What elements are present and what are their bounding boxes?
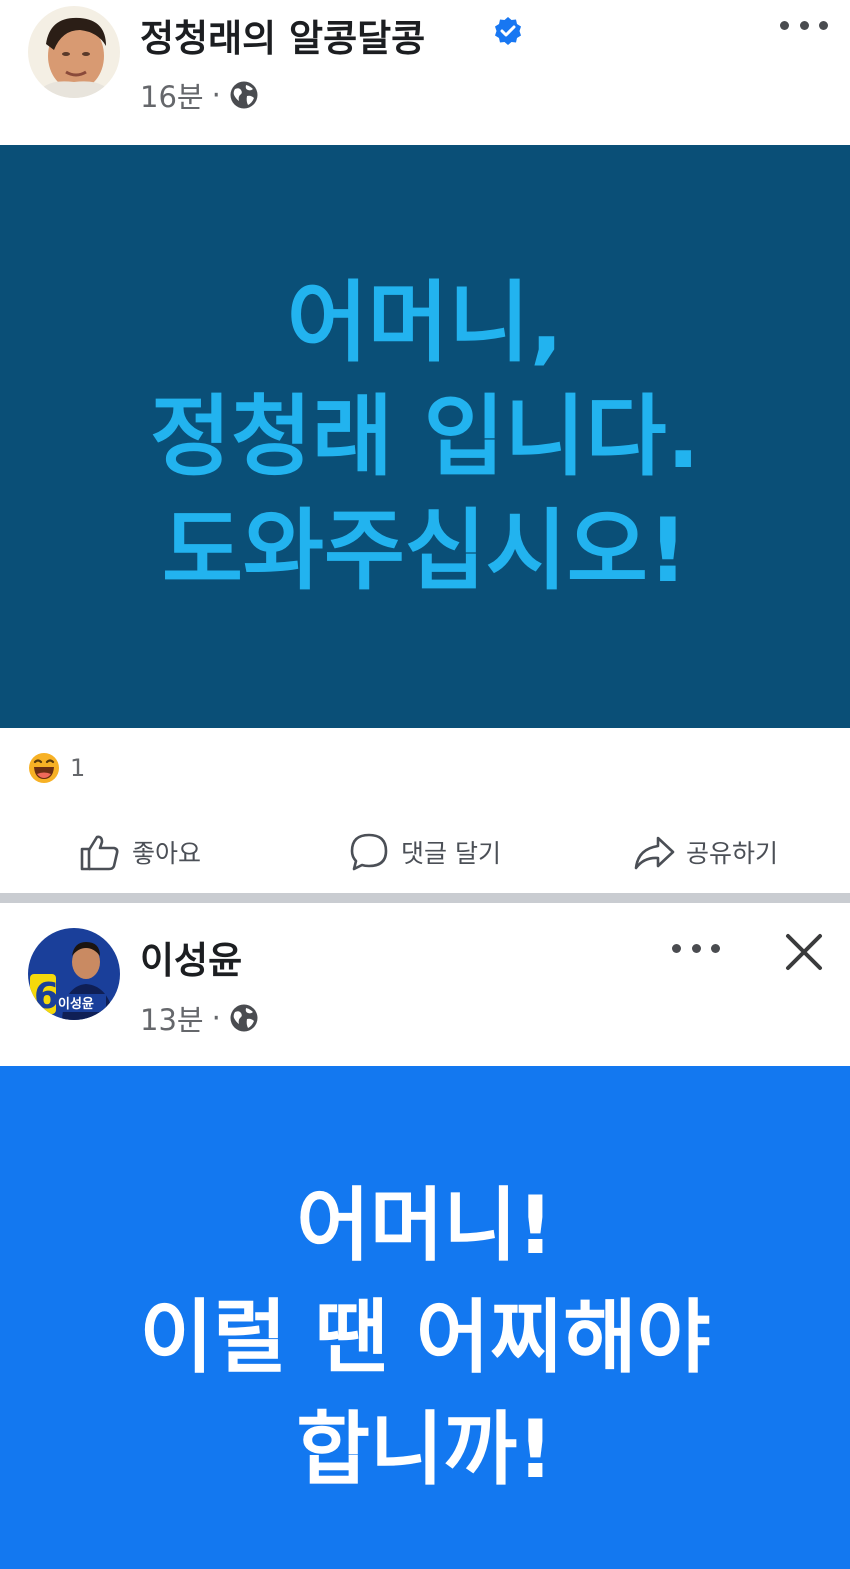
post-time[interactable]: 13분 [140, 997, 204, 1039]
post-header: 6 이성윤 이성윤 [0, 903, 850, 1043]
globe-icon [229, 1003, 259, 1033]
share-button[interactable]: 공유하기 [632, 830, 778, 874]
like-button[interactable]: 좋아요 [78, 830, 201, 874]
banner-line: 도와주십시오! [162, 498, 688, 602]
separator-dot: · [211, 78, 221, 112]
post-meta: 16분 · [140, 74, 259, 116]
banner-line: 어머니, [286, 270, 564, 374]
banner-line: 정청래 입니다. [150, 384, 700, 488]
post-card: 6 이성윤 이성윤 어머니! 이럴 땐 어찌해야 합니까! [0, 903, 850, 1569]
post-image-banner[interactable]: 어머니, 정청래 입니다. 도와주십시오! [0, 145, 850, 728]
comment-bubble-icon [350, 833, 388, 871]
post-header: 정청래의 알콩달콩 16분 · [0, 0, 850, 140]
svg-text:이성윤: 이성윤 [58, 996, 94, 1012]
separator-dot: · [211, 1001, 221, 1035]
avatar[interactable] [28, 6, 120, 98]
comment-label: 댓글 달기 [401, 839, 501, 868]
more-options-icon[interactable] [672, 937, 720, 959]
like-label: 좋아요 [132, 839, 202, 868]
reactions-summary[interactable]: 1 [28, 752, 85, 784]
avatar[interactable]: 6 이성윤 [28, 928, 120, 1020]
laughing-emoji-icon [29, 753, 59, 783]
verified-badge-icon [493, 16, 523, 46]
share-label: 공유하기 [686, 839, 779, 868]
more-options-icon[interactable] [780, 14, 828, 36]
reaction-count: 1 [70, 754, 86, 782]
banner-line: 합니까! [296, 1402, 554, 1496]
post-card: 정청래의 알콩달콩 16분 · 어머니, 정청래 입니다. 도와주십시오! 1 … [0, 0, 850, 893]
comment-button[interactable]: 댓글 달기 [347, 830, 501, 874]
svg-text:6: 6 [34, 976, 59, 1017]
post-actions: 좋아요 댓글 달기 공유하기 [0, 820, 850, 880]
banner-line: 이럴 땐 어찌해야 [139, 1290, 711, 1384]
post-image-banner[interactable]: 어머니! 이럴 땐 어찌해야 합니까! [0, 1066, 850, 1569]
share-arrow-icon [634, 836, 675, 870]
post-author[interactable]: 정청래의 알콩달콩 [140, 8, 425, 62]
post-time[interactable]: 16분 [140, 74, 204, 116]
post-meta: 13분 · [140, 997, 259, 1039]
thumbs-up-icon [80, 835, 119, 871]
post-divider [0, 893, 850, 903]
close-icon[interactable] [781, 929, 827, 975]
banner-line: 어머니! [296, 1178, 554, 1272]
globe-icon [229, 80, 259, 110]
post-author[interactable]: 이성윤 [140, 930, 242, 984]
